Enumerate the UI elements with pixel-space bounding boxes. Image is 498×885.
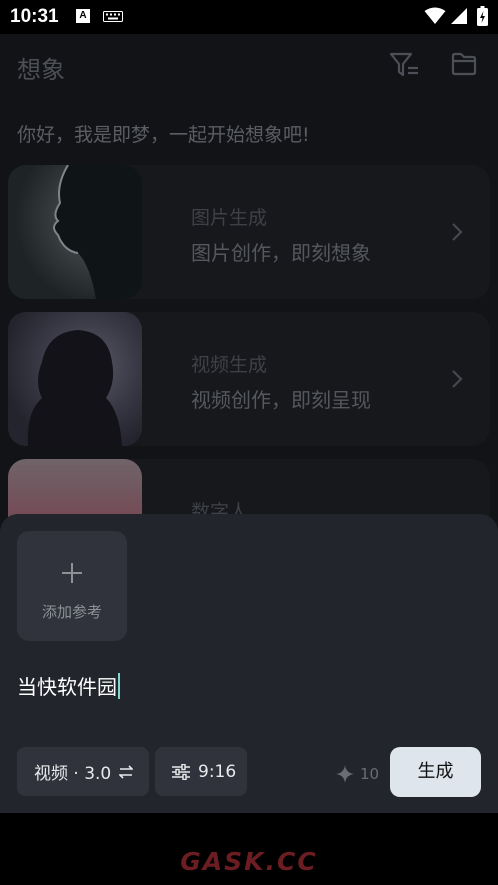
wifi-icon [424, 7, 446, 24]
credit-cost: 10 [336, 764, 379, 784]
bottom-bar: GASK.CC [0, 813, 498, 885]
watermark: GASK.CC [180, 847, 318, 876]
sparkle-icon [336, 765, 354, 783]
aspect-ratio-button[interactable]: 9:16 [155, 747, 247, 796]
chevron-right-icon [452, 370, 463, 388]
prompt-input[interactable]: 当快软件园 [17, 671, 477, 701]
model-label: 视频 · 3.0 [34, 764, 112, 784]
greeting-text: 你好，我是即梦，一起开始想象吧! [17, 124, 310, 146]
page-title: 想象 [17, 56, 65, 84]
battery-charging-icon [477, 6, 488, 26]
keyboard-icon [103, 11, 123, 22]
swap-icon [119, 764, 134, 779]
card-image-generation[interactable]: 图片生成 图片创作，即刻想象 [8, 165, 490, 299]
page-header: 想象 [0, 34, 498, 98]
add-reference-button[interactable]: 添加参考 [17, 531, 127, 641]
card-video-generation[interactable]: 视频生成 视频创作，即刻呈现 [8, 312, 490, 446]
aspect-ratio-label: 9:16 [198, 761, 237, 782]
image-generation-thumbnail [8, 165, 142, 299]
text-cursor [118, 673, 120, 699]
sliders-icon [172, 763, 190, 780]
video-generation-thumbnail [8, 312, 142, 446]
model-selector-button[interactable]: 视频 · 3.0 [17, 747, 149, 796]
card-title: 视频生成 [191, 354, 268, 376]
signal-icon [451, 8, 467, 24]
status-bar: 10:31 A [0, 0, 498, 34]
status-time: 10:31 [10, 6, 59, 27]
credit-value: 10 [360, 765, 380, 783]
prompt-text: 当快软件园 [17, 675, 117, 699]
generate-button[interactable]: 生成 [390, 747, 481, 797]
card-subtitle: 图片创作，即刻想象 [191, 241, 371, 265]
add-reference-label: 添加参考 [41, 603, 102, 621]
card-title: 图片生成 [191, 207, 268, 229]
filter-icon[interactable] [389, 51, 419, 79]
generate-sheet: 添加参考 当快软件园 视频 · 3.0 9:16 10 生成 [0, 514, 498, 813]
folder-icon[interactable] [451, 52, 477, 76]
notification-badge-icon: A [76, 9, 90, 23]
card-subtitle: 视频创作，即刻呈现 [191, 388, 371, 412]
chevron-right-icon [452, 223, 463, 241]
plus-icon [62, 563, 82, 583]
